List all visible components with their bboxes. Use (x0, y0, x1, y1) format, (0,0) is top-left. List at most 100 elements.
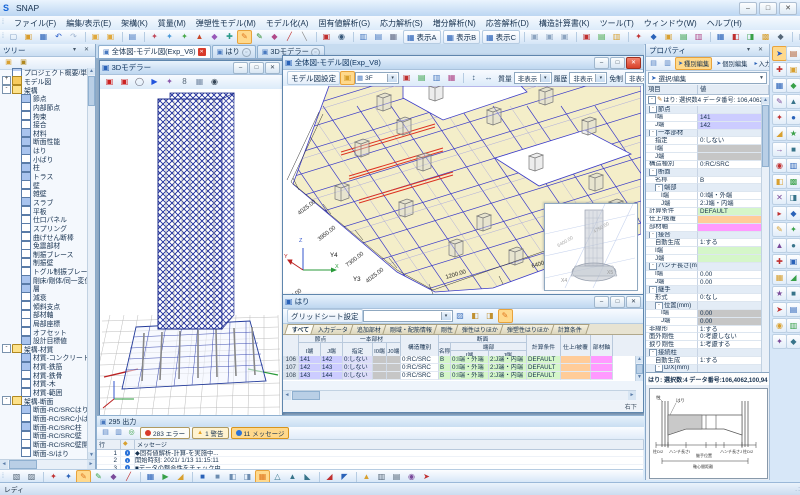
tool-icon[interactable]: ◆ (646, 30, 661, 44)
tool-icon[interactable]: ■ (195, 470, 210, 484)
tool-icon[interactable]: ▲ (359, 470, 374, 484)
close-button[interactable]: ✕ (779, 2, 797, 15)
property-row[interactable]: J端 2:J端・内端 (646, 200, 762, 208)
tool-icon[interactable]: ✦ (177, 30, 192, 44)
tool-icon[interactable]: ▩ (786, 174, 800, 189)
tree-vertical-scrollbar[interactable]: ▲ ▼ (87, 68, 95, 459)
property-row[interactable]: 名称 B (646, 177, 762, 185)
table-row[interactable]: 108 143 144 0:しない 0:RC/SRC B 0:I端・外端 2:J… (283, 372, 636, 380)
tab-model-view[interactable]: ▣ 全体図-モデル図(Exp_V8) ✕ (98, 45, 211, 58)
property-row[interactable]: I端 (646, 247, 762, 255)
measure-icon[interactable]: ╲ (297, 30, 312, 44)
tree-item[interactable]: トラス (0, 172, 88, 181)
tool-icon[interactable]: ■ (786, 142, 800, 157)
maximize-button[interactable]: □ (610, 57, 625, 69)
display-icon[interactable]: ▣ (117, 75, 132, 89)
property-row[interactable]: J端 142 (646, 122, 762, 130)
tool-icon[interactable]: ✎ (772, 94, 787, 109)
tree-horizontal-scrollbar[interactable]: ◄► (0, 459, 95, 469)
tool-icon[interactable]: ▸ (772, 206, 787, 221)
menu-item[interactable]: 固有値解析(G) (313, 17, 375, 30)
resize-grip[interactable]: .:: (795, 486, 800, 493)
tool-icon[interactable]: ▤ (389, 470, 404, 484)
pen-icon[interactable]: ✎ (252, 30, 267, 44)
tool-icon[interactable]: ▥ (609, 30, 624, 44)
tool-icon[interactable]: ▦ (143, 470, 158, 484)
menu-item[interactable]: 質量(M) (153, 17, 191, 30)
tool-icon[interactable]: ▣ (557, 30, 572, 44)
tool-icon[interactable]: ▥ (374, 470, 389, 484)
window-tile-icon[interactable]: ▣ (88, 30, 103, 44)
property-row[interactable]: -位置(mm) (646, 302, 762, 310)
property-row[interactable]: J端 0.00 (646, 279, 762, 287)
pin-icon[interactable]: ▾ (69, 45, 80, 56)
tool-icon[interactable]: ◢ (772, 126, 787, 141)
filter-dropdown[interactable]: 非表示▾ (569, 72, 607, 84)
property-row[interactable]: J端 (646, 255, 762, 263)
tool-icon[interactable]: ▤ (786, 46, 800, 61)
property-row[interactable]: I端 0.00 (646, 310, 762, 318)
menu-item[interactable]: 構造計算書(K) (534, 17, 595, 30)
tool-icon[interactable]: ▣ (795, 30, 800, 44)
tool-icon[interactable]: ✕ (772, 190, 787, 205)
mode-dropdown[interactable]: ➤ 選択/編集 ▼ (648, 72, 767, 84)
property-row[interactable]: I端 (646, 145, 762, 153)
menu-item[interactable]: 増分解析(N) (428, 17, 481, 30)
property-row[interactable]: I端 141 (646, 114, 762, 122)
tool-icon[interactable]: ✦ (772, 110, 787, 125)
filter-tab[interactable]: 弾性はりほか (455, 324, 506, 334)
tool-icon[interactable]: ✚ (222, 30, 237, 44)
tool-icon[interactable]: ◆ (773, 30, 788, 44)
sort-vertical-icon[interactable]: ↕ (466, 71, 481, 85)
undo-icon[interactable]: ↶ (51, 30, 66, 44)
grid-icon[interactable]: ▦ (192, 75, 207, 89)
tool-icon[interactable]: ▥ (786, 318, 800, 333)
tree-item[interactable]: 小ばり (0, 154, 88, 163)
tool-icon[interactable]: ◉ (772, 158, 787, 173)
property-row[interactable]: 計算条件 DEFAULT (646, 208, 762, 216)
copy-icon[interactable]: ▥ (112, 427, 125, 439)
eraser-icon[interactable]: ◆ (267, 30, 282, 44)
tool-icon[interactable]: ▦ (772, 78, 787, 93)
tool-icon[interactable]: ◨ (786, 190, 800, 205)
tool-icon[interactable]: △ (270, 470, 285, 484)
tool-icon[interactable]: ◧ (728, 30, 743, 44)
menu-item[interactable]: ファイル(F) (9, 17, 61, 30)
property-row[interactable]: -節点 (646, 106, 762, 114)
tool-icon[interactable]: ■ (210, 470, 225, 484)
tool-icon[interactable]: ▣ (542, 30, 557, 44)
refresh-icon[interactable]: ◎ (125, 427, 138, 439)
property-row[interactable]: -端部 (646, 184, 762, 192)
tool-icon[interactable]: ▶ (158, 470, 173, 484)
tree-expander-icon[interactable]: - (2, 344, 11, 353)
property-row[interactable]: I端 0.00 (646, 271, 762, 279)
line-icon[interactable]: ╱ (121, 470, 136, 484)
output-message-row[interactable]: 2 i 開始時刻: 2021/ 1/13 11:15:11 (97, 457, 644, 464)
tool-icon[interactable]: ▦ (713, 30, 728, 44)
filter-tab[interactable]: 剛域・配筋情報 (383, 324, 440, 334)
minimize-button[interactable]: – (594, 57, 609, 69)
tool-icon[interactable]: ◧ (225, 470, 240, 484)
tool-icon[interactable]: ◢ (173, 470, 188, 484)
maximize-button[interactable]: □ (759, 2, 777, 15)
line-icon[interactable]: ╱ (282, 30, 297, 44)
overview-inset[interactable]: 6400.00 4750.00 X4 X5 (544, 203, 638, 291)
property-row[interactable]: -接続柱 (646, 349, 762, 357)
tool-icon[interactable]: ▦ (255, 470, 270, 484)
minimize-button[interactable]: – (594, 296, 609, 308)
grid-icon[interactable]: ▦ (386, 30, 401, 44)
messages-tab[interactable]: 11 メッセージ (231, 427, 290, 439)
collapse-icon[interactable]: - (649, 349, 657, 356)
tool-icon[interactable]: ▣ (661, 30, 676, 44)
tool-icon[interactable]: ✚ (772, 62, 787, 77)
property-row[interactable]: 仕上/被覆 (646, 216, 762, 224)
view-button[interactable]: ▦表示C (482, 30, 520, 44)
table-row[interactable]: 106 141 142 0:しない 0:RC/SRC B 0:I端・外端 2:J… (283, 356, 636, 364)
close-button[interactable]: ✕ (265, 62, 280, 74)
tool-icon[interactable]: ◉ (404, 470, 419, 484)
menu-item[interactable]: ヘルプ(H) (702, 17, 747, 30)
tree-item[interactable]: 剛床/剛体/同一変位 (0, 275, 88, 284)
tool-icon[interactable]: ◆ (207, 30, 222, 44)
property-row[interactable]: I端 0:I端・外端 (646, 192, 762, 200)
tool-icon[interactable]: ▩ (758, 30, 773, 44)
